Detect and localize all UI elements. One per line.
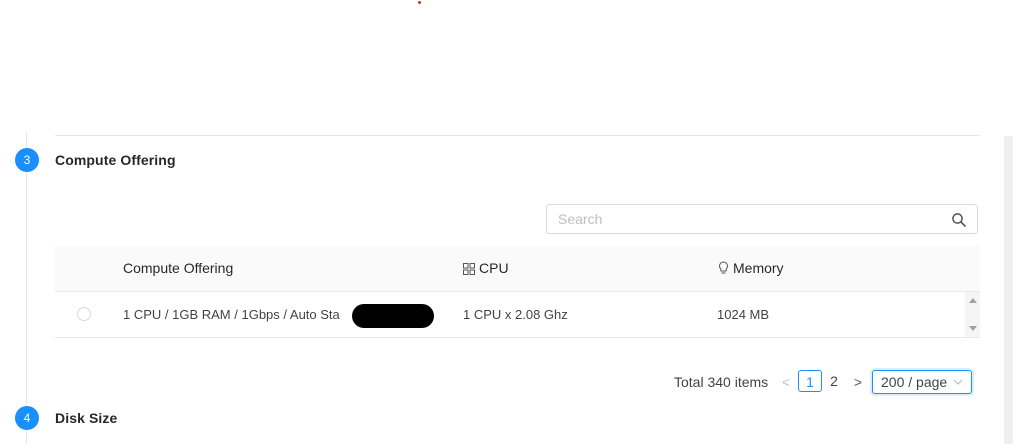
grid-icon [463,263,475,275]
table-row[interactable]: 1 CPU / 1GB RAM / 1Gbps / Auto Sta 1 CPU… [55,292,980,338]
scroll-up-arrow-icon[interactable] [969,298,977,303]
offering-name-cell: 1 CPU / 1GB RAM / 1Gbps / Auto Sta [123,307,340,322]
step-3-title: Compute Offering [55,152,176,168]
column-header-memory[interactable]: Memory [718,246,784,291]
table-header: Compute Offering CPU Memory [55,246,980,292]
bulb-icon [719,261,728,274]
next-page-button[interactable]: > [851,372,865,392]
page-size-select[interactable]: 200 / page [872,370,972,394]
section-divider [55,135,980,136]
cpu-cell: 1 CPU x 2.08 Ghz [463,307,568,322]
column-header-cpu[interactable]: CPU [463,246,509,291]
table-scrollbar[interactable] [965,292,980,337]
search-input[interactable] [547,205,949,233]
prev-page-button[interactable]: < [779,372,793,392]
page-2-button[interactable]: 2 [822,370,846,392]
step-4-icon: 4 [15,406,39,430]
row-select-radio[interactable] [77,307,91,321]
chevron-down-icon [953,379,963,385]
compute-offering-table: Compute Offering CPU Memory 1 CPU / 1GB … [55,246,980,338]
search-field[interactable] [546,204,978,234]
step-4-title: Disk Size [55,410,118,426]
page-1-button[interactable]: 1 [798,370,822,392]
search-icon[interactable] [951,212,967,228]
step-3-icon: 3 [15,148,39,172]
marker-dot [418,1,421,4]
deploy-vm-form: 3 Compute Offering Compute Offering CPU [0,0,1013,444]
redaction-mark [352,304,434,328]
page-scrollbar[interactable] [1004,136,1013,444]
column-header-offering[interactable]: Compute Offering [123,246,233,291]
scroll-down-arrow-icon[interactable] [969,326,977,331]
steps-connector-line [26,132,27,444]
total-items: Total 340 items [674,374,769,390]
memory-cell: 1024 MB [717,307,770,322]
